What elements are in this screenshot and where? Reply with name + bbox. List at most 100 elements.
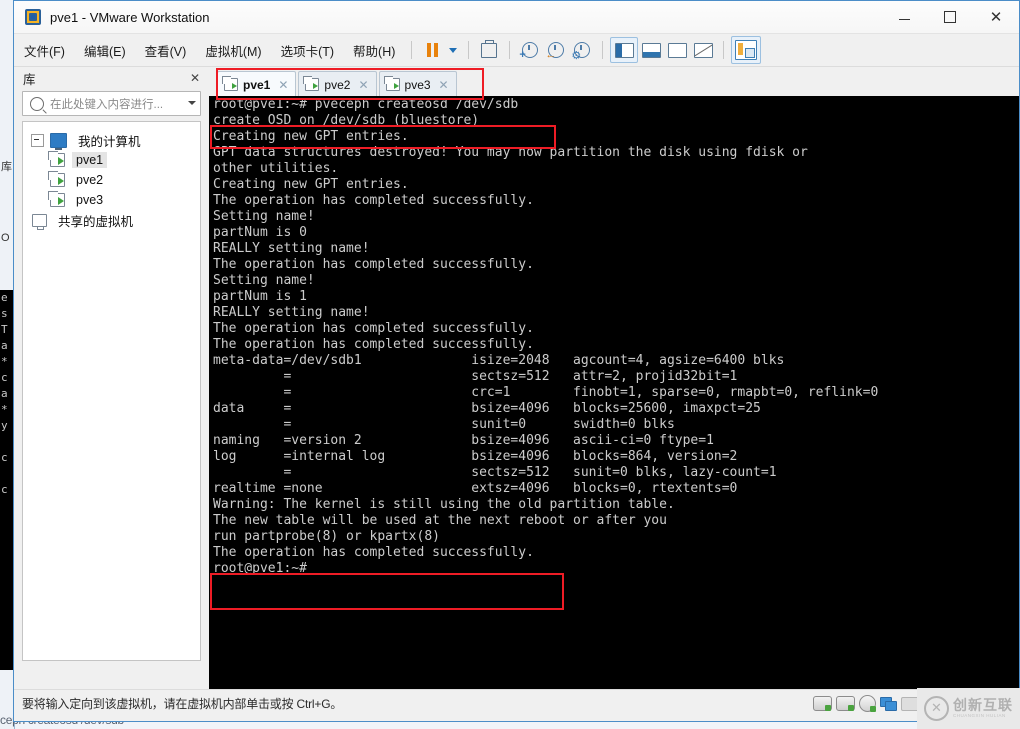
menu-file[interactable]: 文件(F) [15, 37, 74, 64]
vm-icon [383, 76, 400, 91]
tab-pve3[interactable]: pve3 ✕ [378, 71, 457, 97]
tab-pve1[interactable]: pve1 ✕ [217, 71, 297, 97]
terminal-console[interactable]: root@pve1:~# pveceph createosd /dev/sdb c… [209, 96, 1019, 689]
search-box[interactable]: 在此处键入内容进行... [22, 91, 201, 116]
revert-snapshot-icon[interactable]: ← [543, 38, 569, 62]
minimize-button[interactable] [881, 1, 927, 32]
show-console-panel-icon[interactable] [731, 36, 762, 64]
collapse-toggle-icon[interactable] [31, 133, 44, 147]
cd-dvd-icon[interactable] [859, 695, 876, 712]
maximize-button[interactable] [927, 1, 973, 32]
tree-item-label: pve1 [72, 152, 108, 168]
toolbar-separator [468, 41, 470, 59]
unity-mode-icon[interactable] [690, 38, 716, 62]
terminal-line: Warning: The kernel is still using the o… [213, 497, 675, 512]
terminal-line: The operation has completed successfully… [213, 545, 534, 560]
annotation-box-result [210, 573, 564, 610]
menu-help[interactable]: 帮助(H) [344, 37, 404, 64]
toolbar-separator [723, 41, 725, 59]
close-icon[interactable]: ✕ [187, 71, 203, 85]
vm-console-pane: pve1 ✕ pve2 ✕ pve3 ✕ root@pve1:~# pvecep… [209, 67, 1019, 689]
terminal-line: The new table will be used at the next r… [213, 513, 667, 528]
terminal-line: The operation has completed successfully… [213, 337, 534, 352]
tree-item-label: pve3 [76, 193, 104, 207]
shared-vms-icon [32, 213, 47, 230]
toolbar-separator [509, 41, 511, 59]
show-thumbnail-bar-icon[interactable] [638, 38, 664, 62]
chevron-down-icon[interactable] [445, 38, 461, 62]
search-icon [30, 96, 44, 111]
terminal-line: Creating new GPT entries. [213, 177, 409, 192]
library-sidebar: 库 ✕ 在此处键入内容进行... 我的计算机 pve1 pve2 pve3 共享… [14, 67, 209, 689]
close-icon[interactable]: ✕ [278, 78, 288, 92]
vm-icon [303, 76, 320, 91]
terminal-line: Setting name! [213, 209, 315, 224]
library-header: 库 ✕ [14, 67, 209, 89]
terminal-line: The operation has completed successfully… [213, 193, 534, 208]
terminal-line: = sectsz=512 sunit=0 blks, lazy-count=1 [213, 465, 777, 480]
pause-icon[interactable] [419, 38, 445, 62]
terminal-line: meta-data=/dev/sdb1 isize=2048 agcount=4… [213, 353, 785, 368]
network-adapter-icon[interactable] [880, 696, 897, 711]
vm-icon [222, 76, 238, 91]
tree-item-label: 我的计算机 [78, 134, 141, 149]
chevron-down-icon[interactable] [184, 95, 200, 113]
tab-label: pve3 [404, 77, 431, 92]
close-icon[interactable]: ✕ [439, 78, 449, 92]
main-content: 库 ✕ 在此处键入内容进行... 我的计算机 pve1 pve2 pve3 共享… [14, 67, 1019, 689]
status-message: 要将输入定向到该虚拟机，请在虚拟机内部单击或按 Ctrl+G。 [22, 697, 343, 711]
status-bar: 要将输入定向到该虚拟机，请在虚拟机内部单击或按 Ctrl+G。 [14, 689, 1019, 717]
vm-icon [48, 151, 65, 167]
tree-item-shared-vms[interactable]: 共享的虚拟机 [23, 210, 200, 230]
background-library-glyph: 库 [1, 161, 12, 173]
library-title: 库 [23, 72, 36, 87]
terminal-line: Setting name! [213, 273, 315, 288]
snapshot-icon[interactable] [476, 38, 502, 62]
terminal-line: REALLY setting name! [213, 305, 370, 320]
enter-fullscreen-icon[interactable] [664, 38, 690, 62]
tab-label: pve1 [243, 77, 271, 92]
vmware-workstation-window: pve1 - VMware Workstation ✕ 文件(F) 编辑(E) … [13, 0, 1020, 722]
terminal-line: GPT data structures destroyed! You may n… [213, 145, 808, 160]
watermark-logo-icon: ✕ [924, 696, 949, 721]
vm-icon [48, 191, 65, 207]
menu-edit[interactable]: 编辑(E) [75, 37, 135, 64]
tab-pve2[interactable]: pve2 ✕ [298, 71, 377, 97]
background-terminal-strip: e s Ta * c a * y c c [0, 290, 13, 670]
terminal-line: = sunit=0 swidth=0 blks [213, 417, 675, 432]
terminal-line: create OSD on /dev/sdb (bluestore) [213, 113, 480, 128]
terminal-line: run partprobe(8) or kpartx(8) [213, 529, 440, 544]
terminal-line: data = bsize=4096 blocks=25600, imaxpct=… [213, 401, 761, 416]
hard-disk-icon[interactable] [836, 696, 855, 711]
show-library-icon[interactable] [610, 37, 639, 63]
search-input[interactable]: 在此处键入内容进行... [50, 96, 184, 112]
menu-view[interactable]: 查看(V) [136, 37, 196, 64]
close-button[interactable]: ✕ [973, 1, 1019, 32]
terminal-line: The operation has completed successfully… [213, 257, 534, 272]
terminal-line: The operation has completed successfully… [213, 321, 534, 336]
toolbar-separator [602, 41, 604, 59]
terminal-line: = sectsz=512 attr=2, projid32bit=1 [213, 369, 738, 384]
menu-tabs[interactable]: 选项卡(T) [272, 37, 343, 64]
tree-item-my-computer[interactable]: 我的计算机 [23, 130, 200, 150]
watermark-text-cn: 创新互联 [953, 697, 1013, 714]
terminal-line: naming =version 2 bsize=4096 ascii-ci=0 … [213, 433, 714, 448]
window-title: pve1 - VMware Workstation [50, 9, 210, 25]
tab-label: pve2 [324, 77, 351, 92]
close-icon[interactable]: ✕ [358, 78, 368, 92]
watermark: ✕ 创新互联 CHUANGXIN HULIAN [917, 688, 1020, 729]
background-o-glyph: O [1, 232, 10, 244]
tree-item-pve3[interactable]: pve3 [23, 190, 200, 210]
menu-vm[interactable]: 虚拟机(M) [196, 37, 270, 64]
terminal-line: = crc=1 finobt=1, sparse=0, rmapbt=0, re… [213, 385, 879, 400]
take-snapshot-icon[interactable]: + [517, 38, 543, 62]
terminal-line: partNum is 0 [213, 225, 307, 240]
tree-item-pve2[interactable]: pve2 [23, 170, 200, 190]
toolbar-separator [411, 41, 413, 59]
terminal-line: log =internal log bsize=4096 blocks=864,… [213, 449, 738, 464]
hard-disk-icon[interactable] [813, 696, 832, 711]
terminal-line: root@pve1:~# [213, 561, 307, 576]
terminal-output: root@pve1:~# pveceph createosd /dev/sdb c… [213, 97, 1019, 577]
tree-item-pve1[interactable]: pve1 [23, 150, 200, 170]
snapshot-manager-icon[interactable]: ⚙ [569, 38, 595, 62]
